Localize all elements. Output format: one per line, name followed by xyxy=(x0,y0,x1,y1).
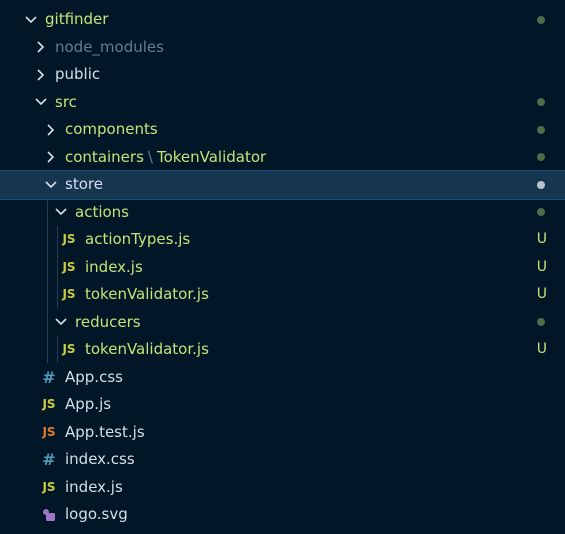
tree-label: public xyxy=(55,65,101,83)
chevron-down-icon[interactable] xyxy=(24,6,38,34)
tree-label: tokenValidator.js xyxy=(85,340,209,358)
tree-item-app-js[interactable]: JS App.js xyxy=(0,391,565,419)
modified-dot xyxy=(537,98,545,106)
tree-item-store[interactable]: store xyxy=(0,170,565,200)
chevron-down-icon[interactable] xyxy=(34,89,48,117)
tree-label: reducers xyxy=(75,312,141,331)
tree-label: tokenValidator.js xyxy=(85,285,209,303)
js-file-icon: JS xyxy=(62,232,76,246)
tree-item-actions[interactable]: actions xyxy=(0,199,565,227)
modified-dot xyxy=(537,318,545,326)
tree-item-reducers-tokenvalidator-js[interactable]: JS tokenValidator.js U xyxy=(0,336,565,364)
svg-file-icon xyxy=(40,501,58,529)
js-file-icon: JS xyxy=(42,397,56,411)
tree-item-node-modules[interactable]: node_modules xyxy=(0,34,565,62)
tree-item-components[interactable]: components xyxy=(0,116,565,144)
tree-label: logo.svg xyxy=(65,505,128,523)
js-file-icon: JS xyxy=(62,287,76,301)
file-explorer: gitfinder node_modules public src compon… xyxy=(0,0,565,534)
tree-item-index-js[interactable]: JS index.js U xyxy=(0,254,565,282)
tree-label: store xyxy=(65,175,103,193)
tree-root-gitfinder[interactable]: gitfinder xyxy=(0,6,565,34)
tree-item-public[interactable]: public xyxy=(0,61,565,89)
tree-item-reducers[interactable]: reducers xyxy=(0,309,565,337)
untracked-badge: U xyxy=(536,231,547,247)
modified-dot xyxy=(537,125,545,134)
tree-item-containers[interactable]: containers \ TokenValidator xyxy=(0,144,565,172)
chevron-right-icon[interactable] xyxy=(34,61,48,89)
js-file-icon: JS xyxy=(62,259,76,274)
css-file-icon: # xyxy=(42,367,56,387)
chevron-down-icon[interactable] xyxy=(44,171,58,199)
tree-item-index-css[interactable]: # index.css xyxy=(0,446,565,474)
tree-label: App.test.js xyxy=(65,422,145,441)
tree-label: src xyxy=(55,92,77,111)
test-js-file-icon: JS xyxy=(42,424,56,439)
tree-label: node_modules xyxy=(55,37,164,56)
modified-dot xyxy=(537,208,545,216)
tree-label: actions xyxy=(75,202,129,221)
js-file-icon: JS xyxy=(42,479,56,494)
tree-item-logo-svg[interactable]: logo.svg xyxy=(0,501,565,529)
modified-dot xyxy=(537,153,545,161)
chevron-down-icon[interactable] xyxy=(54,199,68,227)
tree-item-src[interactable]: src xyxy=(0,89,565,117)
tree-label: index.css xyxy=(65,450,135,468)
tree-item-app-css[interactable]: # App.css xyxy=(0,364,565,392)
tree-label-compact: containers \ TokenValidator xyxy=(65,144,266,172)
tree-label-part: TokenValidator xyxy=(156,147,267,166)
chevron-right-icon[interactable] xyxy=(44,116,58,144)
tree-item-app-test-js[interactable]: JS App.test.js xyxy=(0,419,565,447)
tree-label: index.js xyxy=(65,477,123,496)
tree-label: actionTypes.js xyxy=(85,230,191,248)
chevron-right-icon[interactable] xyxy=(44,144,58,172)
tree-item-actiontypes-js[interactable]: JS actionTypes.js U xyxy=(0,226,565,254)
chevron-right-icon[interactable] xyxy=(34,34,48,62)
modified-dot xyxy=(537,180,545,189)
tree-item-tokenvalidator-js[interactable]: JS tokenValidator.js U xyxy=(0,281,565,309)
js-file-icon: JS xyxy=(62,342,76,356)
tree-item-src-index-js[interactable]: JS index.js xyxy=(0,474,565,502)
tree-label: index.js xyxy=(85,257,143,276)
path-separator: \ xyxy=(147,147,153,166)
tree-label-part: containers xyxy=(65,147,144,166)
tree-label: App.js xyxy=(65,395,112,413)
untracked-badge: U xyxy=(536,258,547,275)
tree-label: components xyxy=(65,120,158,138)
untracked-badge: U xyxy=(536,286,547,302)
tree-label: App.css xyxy=(65,367,123,386)
tree-label: gitfinder xyxy=(45,10,109,28)
modified-dot xyxy=(537,15,545,24)
css-file-icon: # xyxy=(42,450,56,469)
chevron-down-icon[interactable] xyxy=(54,309,68,337)
untracked-badge: U xyxy=(536,341,547,357)
